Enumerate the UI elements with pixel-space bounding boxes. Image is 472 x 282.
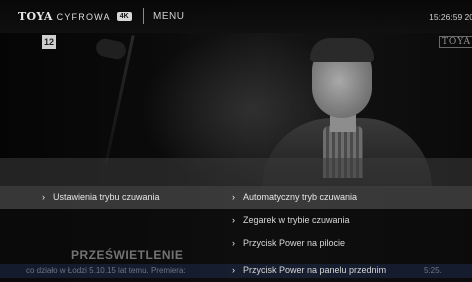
menu-item-label: Ustawienia trybu czuwania xyxy=(53,192,160,202)
channel-watermark: TOYA xyxy=(438,36,472,48)
person-hair xyxy=(310,38,374,62)
toya-logo: TOYA CYFROWA 4K xyxy=(18,10,132,23)
submenu-item-label: Automatyczny tryb czuwania xyxy=(243,192,358,202)
chevron-right-icon: › xyxy=(232,192,235,202)
menu-item-standby-settings[interactable]: › Ustawienia trybu czuwania xyxy=(42,186,160,209)
submenu-item-remote-power[interactable]: › Przycisk Power na pilocie xyxy=(232,232,345,255)
submenu-item-auto-standby[interactable]: › Automatyczny tryb czuwania xyxy=(232,186,357,209)
age-rating-badge: 12 xyxy=(42,35,56,49)
logo-brand: TOYA xyxy=(18,10,53,23)
submenu-item-label: Przycisk Power na pilocie xyxy=(243,238,346,248)
menu-row-selected[interactable]: › Ustawienia trybu czuwania › Automatyczny… xyxy=(0,186,472,209)
chevron-right-icon: › xyxy=(232,238,235,248)
submenu-item-standby-clock[interactable]: › Zegarek w trybie czuwania xyxy=(232,209,350,232)
menu-row[interactable]: › Przycisk Power na panelu przednim xyxy=(0,259,472,282)
submenu-item-front-panel-power[interactable]: › Przycisk Power na panelu przednim xyxy=(232,259,386,282)
submenu-item-label: Zegarek w trybie czuwania xyxy=(243,215,350,225)
clock: 15:26:59 20 xyxy=(429,12,472,22)
submenu-item-label: Przycisk Power na panelu przednim xyxy=(243,265,387,275)
tv-screen: TOYA CYFROWA 4K MENU 15:26:59 20 12 TOYA… xyxy=(0,0,472,282)
topbar-divider xyxy=(143,8,144,24)
menu-title: MENU xyxy=(153,11,185,22)
top-bar: TOYA CYFROWA 4K MENU 15:26:59 20 xyxy=(0,0,472,33)
logo-subtitle: CYFROWA xyxy=(56,11,111,22)
chevron-right-icon: › xyxy=(42,192,45,202)
4k-badge: 4K xyxy=(116,12,132,21)
chevron-right-icon: › xyxy=(232,215,235,225)
menu-row[interactable]: › Zegarek w trybie czuwania xyxy=(0,209,472,232)
chevron-right-icon: › xyxy=(232,265,235,275)
menu-top-band xyxy=(0,158,472,186)
